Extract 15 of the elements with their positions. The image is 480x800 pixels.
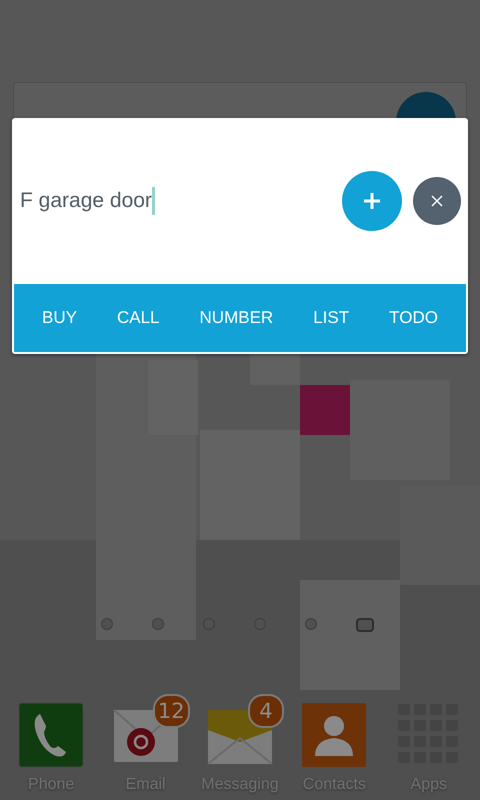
count-badge: 12	[152, 694, 190, 728]
input-text: F garage door	[20, 189, 152, 213]
close-icon	[431, 195, 443, 207]
close-button[interactable]	[413, 177, 461, 225]
tag-button[interactable]: LIST	[309, 302, 354, 334]
tag-button[interactable]: TODO	[385, 302, 442, 334]
tag-button[interactable]: CALL	[112, 302, 164, 334]
person-icon	[301, 702, 368, 768]
input-field[interactable]: F garage door	[20, 185, 331, 217]
count-badge: 4	[248, 694, 284, 728]
tag-button[interactable]: BUY	[38, 302, 81, 334]
plus-icon	[363, 192, 381, 210]
text-cursor	[152, 187, 155, 215]
phone-icon	[18, 702, 84, 768]
tag-button[interactable]: NUMBER	[196, 302, 278, 334]
